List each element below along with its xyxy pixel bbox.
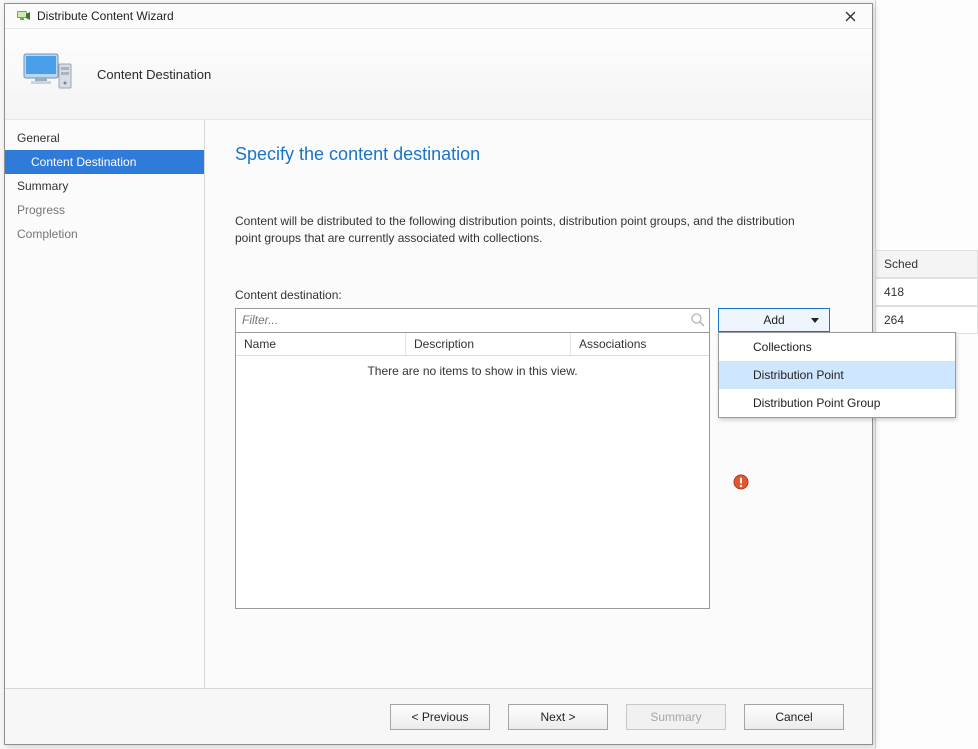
menu-distribution-point-group[interactable]: Distribution Point Group [719,389,955,417]
add-button-label: Add [763,313,784,327]
next-button[interactable]: Next > [508,704,608,730]
search-icon[interactable] [690,312,706,328]
footer: < Previous Next > Summary Cancel [5,688,872,744]
col-name[interactable]: Name [236,333,406,355]
summary-button: Summary [626,704,726,730]
header-band: Content Destination [5,28,872,120]
cancel-button[interactable]: Cancel [744,704,844,730]
monitor-icon [23,50,75,98]
col-description[interactable]: Description [406,333,571,355]
bg-header-schedule: Sched [875,250,978,278]
bg-row-1: 264 [875,306,978,334]
grid-empty-message: There are no items to show in this view. [236,356,709,608]
nav-completion: Completion [5,222,204,246]
window-title: Distribute Content Wizard [37,9,174,23]
chevron-down-icon [811,318,819,323]
content-panel: Specify the content destination Content … [205,120,872,688]
nav-progress: Progress [5,198,204,222]
page-description: Content will be distributed to the follo… [235,213,805,248]
grid-header: Name Description Associations [236,333,709,356]
header-title: Content Destination [97,67,211,82]
bg-row-0: 418 [875,278,978,306]
page-title: Specify the content destination [235,144,836,165]
field-label-destination: Content destination: [235,288,836,302]
filter-input[interactable] [235,308,710,333]
col-associations[interactable]: Associations [571,333,709,355]
wizard-dialog: Distribute Content Wizard Content Destin [4,3,873,745]
previous-button[interactable]: < Previous [390,704,490,730]
warning-icon [733,474,749,490]
nav-summary[interactable]: Summary [5,174,204,198]
add-button[interactable]: Add [718,308,830,332]
add-dropdown: Collections Distribution Point Distribut… [718,332,956,418]
titlebar: Distribute Content Wizard [5,4,872,28]
nav-content-destination[interactable]: Content Destination [5,150,204,174]
close-button[interactable] [832,4,868,28]
menu-collections[interactable]: Collections [719,333,955,361]
destination-grid: Name Description Associations There are … [235,333,710,609]
wizard-nav: General Content Destination Summary Prog… [5,120,205,688]
menu-distribution-point[interactable]: Distribution Point [719,361,955,389]
app-icon [15,8,31,24]
nav-general[interactable]: General [5,126,204,150]
